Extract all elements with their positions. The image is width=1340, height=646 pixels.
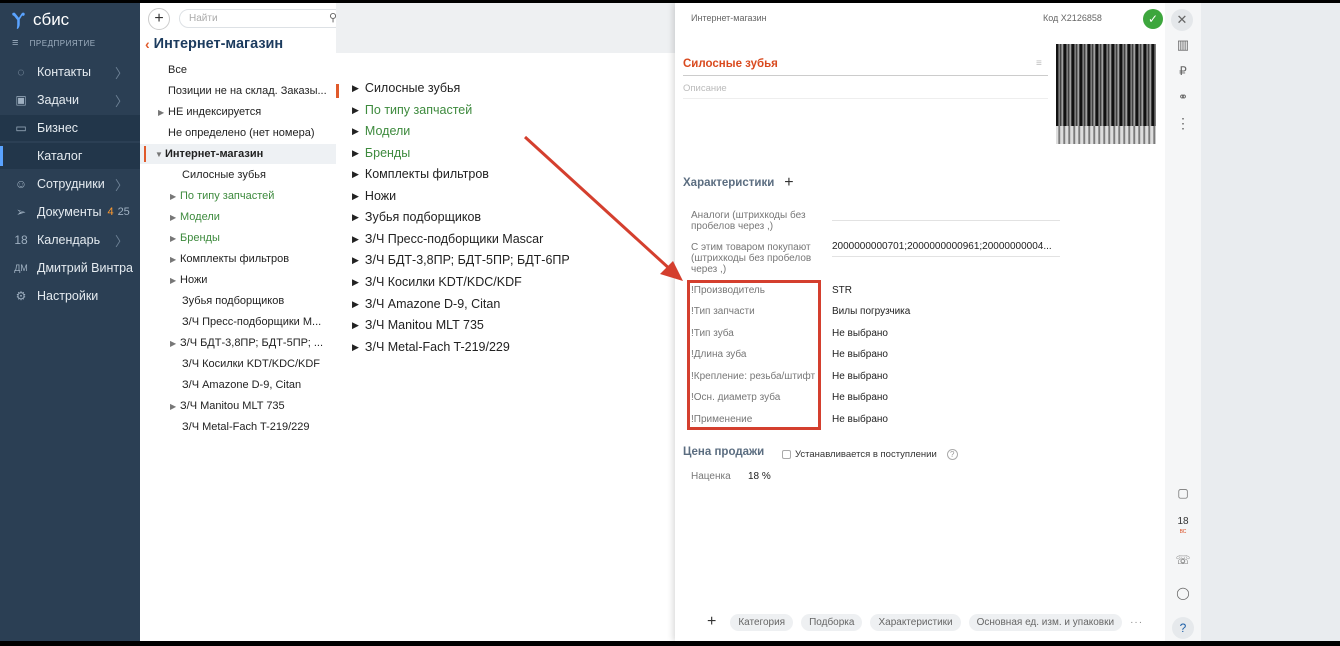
app-window: Ⲩ сбис ≡ ПРЕДПРИЯТИЕ ◌ Контакты 〉 ▣ Зада… [0, 3, 1340, 641]
arrow-line [523, 135, 674, 273]
annotation-arrow [523, 135, 683, 281]
